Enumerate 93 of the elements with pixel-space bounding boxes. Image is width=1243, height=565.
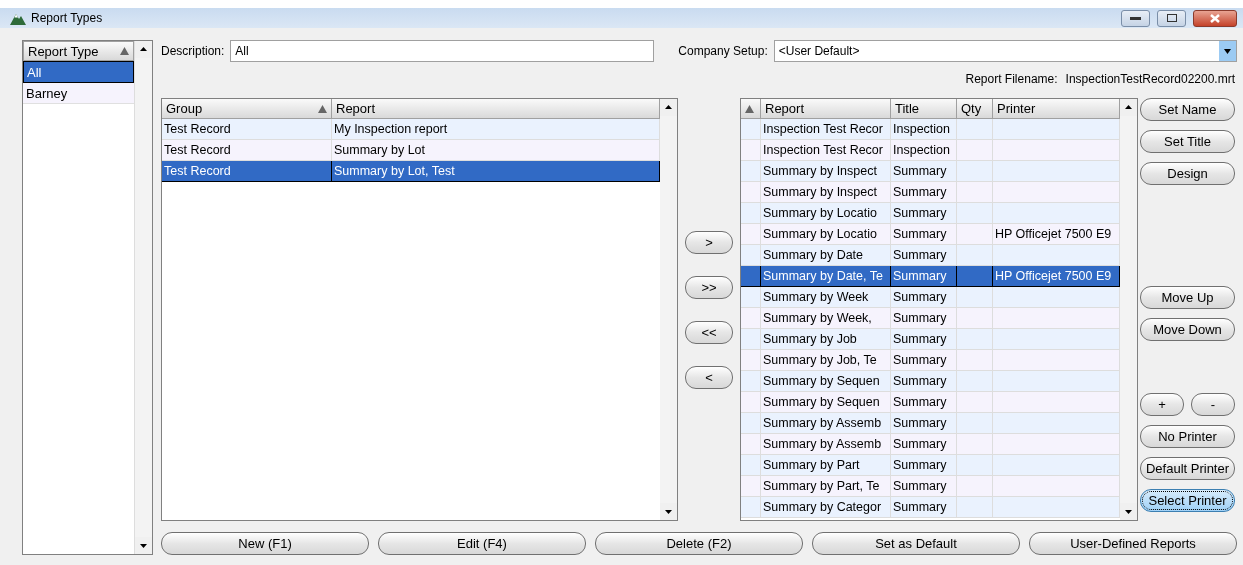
table-cell[interactable]: Summary by Job xyxy=(761,329,891,350)
sort-up-icon xyxy=(318,104,327,113)
table-cell[interactable]: Summary xyxy=(891,266,957,287)
table-cell[interactable]: Test Record xyxy=(162,161,332,182)
row-selector[interactable] xyxy=(741,266,761,287)
side-button[interactable]: Default Printer xyxy=(1140,457,1235,480)
table-cell[interactable]: Summary xyxy=(891,287,957,308)
table-cell[interactable]: My Inspection report xyxy=(332,119,660,140)
description-label: Description: xyxy=(161,44,225,58)
minimize-icon xyxy=(1130,16,1141,20)
table-cell[interactable]: Inspection Test Recor xyxy=(761,119,891,140)
table-cell[interactable]: Summary xyxy=(891,497,957,518)
table-cell[interactable]: Test Record xyxy=(162,119,332,140)
table-cell[interactable]: Summary xyxy=(891,455,957,476)
table-cell[interactable]: Summary xyxy=(891,245,957,266)
description-field[interactable]: All xyxy=(230,40,655,62)
table-cell[interactable]: HP Officejet 7500 E9 xyxy=(993,266,1120,287)
transfer-button[interactable]: << xyxy=(685,321,733,344)
table-cell[interactable]: Summary by Part, Te xyxy=(761,476,891,497)
window-title: Report Types xyxy=(31,11,104,25)
table-cell[interactable]: Summary xyxy=(891,308,957,329)
column-header[interactable]: Report xyxy=(332,99,660,119)
action-button[interactable]: User-Defined Reports xyxy=(1029,532,1237,555)
table-cell[interactable]: Summary by Inspect xyxy=(761,161,891,182)
close-button[interactable] xyxy=(1193,9,1237,27)
table-cell[interactable]: Summary by Week, xyxy=(761,308,891,329)
side-button[interactable]: Set Name xyxy=(1140,98,1235,121)
table-cell[interactable]: Summary xyxy=(891,224,957,245)
list-item[interactable]: Barney xyxy=(23,83,134,104)
sort-up-icon xyxy=(120,47,129,55)
table-cell[interactable]: Summary xyxy=(891,434,957,455)
table-cell[interactable]: Summary xyxy=(891,476,957,497)
table-cell[interactable]: Summary xyxy=(891,413,957,434)
table-cell[interactable]: Summary by Locatio xyxy=(761,203,891,224)
company-setup-dropdown[interactable]: <User Default> xyxy=(773,40,1237,62)
action-button[interactable]: Set as Default xyxy=(812,532,1020,555)
table-cell[interactable]: HP Officejet 7500 E9 xyxy=(993,224,1120,245)
table-cell[interactable]: Summary by Sequen xyxy=(761,371,891,392)
report-filename-label: Report Filename: xyxy=(965,72,1058,88)
column-header[interactable] xyxy=(741,99,761,119)
side-button[interactable]: Move Down xyxy=(1140,318,1235,341)
table-cell[interactable]: Summary by Part xyxy=(761,455,891,476)
side-button[interactable]: Design xyxy=(1140,162,1235,185)
column-header[interactable]: Qty xyxy=(957,99,993,119)
minimize-button[interactable] xyxy=(1121,9,1150,27)
column-header[interactable]: Report Type xyxy=(23,41,134,61)
table-cell[interactable]: Summary by Inspect xyxy=(761,182,891,203)
action-button[interactable]: New (F1) xyxy=(161,532,369,555)
table-cell[interactable]: Summary xyxy=(891,182,957,203)
table-cell[interactable]: Summary xyxy=(891,329,957,350)
table-cell[interactable]: Summary xyxy=(891,392,957,413)
table-cell[interactable]: Summary by Categor xyxy=(761,497,891,518)
table-cell[interactable]: Summary by Locatio xyxy=(761,224,891,245)
table-cell[interactable]: Summary xyxy=(891,350,957,371)
table-cell[interactable]: Summary xyxy=(891,203,957,224)
table-cell[interactable]: Summary by Lot, Test xyxy=(332,161,660,182)
action-button[interactable]: Delete (F2) xyxy=(595,532,803,555)
side-button[interactable]: Move Up xyxy=(1140,286,1235,309)
table-cell[interactable]: Inspection Test Recor xyxy=(761,140,891,161)
table-cell[interactable]: Inspection xyxy=(891,140,957,161)
transfer-button[interactable]: >> xyxy=(685,276,733,299)
table-cell[interactable]: Test Record xyxy=(162,140,332,161)
sort-up-icon xyxy=(745,104,754,113)
transfer-button[interactable]: > xyxy=(685,231,733,254)
column-header[interactable]: Title xyxy=(891,99,957,119)
maximize-button[interactable] xyxy=(1157,9,1186,27)
table-cell[interactable]: Summary by Assemb xyxy=(761,413,891,434)
side-button[interactable]: Set Title xyxy=(1140,130,1235,153)
action-button[interactable]: Edit (F4) xyxy=(378,532,586,555)
column-header[interactable]: Report xyxy=(761,99,891,119)
report-filename: InspectionTestRecord02200.mrt xyxy=(1065,72,1235,88)
list-item[interactable]: All xyxy=(23,61,134,83)
table-cell[interactable]: Summary by Date xyxy=(761,245,891,266)
table-cell[interactable]: Summary by Week xyxy=(761,287,891,308)
table-cell[interactable]: Summary by Assemb xyxy=(761,434,891,455)
maximize-icon xyxy=(1166,14,1177,22)
table-cell[interactable]: Summary xyxy=(891,161,957,182)
side-button[interactable]: + xyxy=(1140,393,1184,416)
table-cell[interactable]: Summary xyxy=(891,371,957,392)
side-button[interactable]: Select Printer xyxy=(1140,489,1235,512)
table-cell[interactable]: Inspection xyxy=(891,119,957,140)
table-cell[interactable]: Summary by Job, Te xyxy=(761,350,891,371)
column-header[interactable]: Group xyxy=(162,99,332,119)
column-header[interactable]: Printer xyxy=(993,99,1120,119)
transfer-button[interactable]: < xyxy=(685,366,733,389)
side-button[interactable]: No Printer xyxy=(1140,425,1235,448)
company-setup-label: Company Setup: xyxy=(678,44,768,58)
table-cell[interactable]: Summary by Date, Te xyxy=(761,266,891,287)
side-button[interactable]: - xyxy=(1191,393,1235,416)
close-icon xyxy=(1210,13,1220,23)
table-cell[interactable]: Summary by Sequen xyxy=(761,392,891,413)
table-cell[interactable] xyxy=(957,266,993,287)
table-cell[interactable]: Summary by Lot xyxy=(332,140,660,161)
